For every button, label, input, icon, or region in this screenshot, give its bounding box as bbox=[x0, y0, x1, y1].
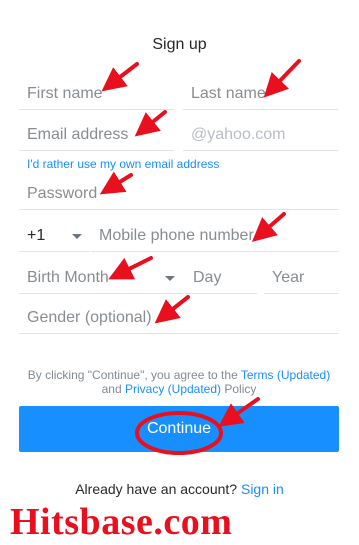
chevron-down-icon bbox=[72, 234, 82, 239]
year-placeholder: Year bbox=[272, 269, 305, 286]
signin-link[interactable]: Sign in bbox=[241, 481, 284, 497]
last-name-field[interactable]: Last name bbox=[183, 80, 338, 110]
last-name-placeholder: Last name bbox=[191, 85, 266, 102]
page-title: Sign up bbox=[152, 36, 207, 53]
email-domain-suffix: @yahoo.com bbox=[183, 121, 338, 151]
own-email-link[interactable]: I'd rather use my own email address bbox=[27, 157, 219, 171]
email-field[interactable]: Email address bbox=[19, 121, 174, 151]
first-name-field[interactable]: First name bbox=[19, 80, 174, 110]
country-code-select[interactable]: +1 bbox=[19, 222, 90, 252]
password-placeholder: Password bbox=[27, 185, 98, 202]
country-code-value: +1 bbox=[27, 227, 46, 244]
terms-suffix: Policy bbox=[221, 382, 257, 396]
continue-button[interactable]: Continue bbox=[19, 406, 339, 452]
terms-notice: By clicking "Continue", you agree to the… bbox=[19, 368, 339, 396]
birth-day-field[interactable]: Day bbox=[185, 264, 257, 294]
email-domain-text: @yahoo.com bbox=[191, 126, 286, 143]
birth-month-placeholder: Birth Month bbox=[27, 269, 109, 286]
gender-field[interactable]: Gender (optional) bbox=[19, 304, 339, 334]
birth-month-select[interactable]: Birth Month bbox=[19, 264, 183, 294]
signin-prompt-text: Already have an account? bbox=[75, 481, 241, 497]
privacy-link[interactable]: Privacy (Updated) bbox=[125, 382, 221, 396]
gender-placeholder: Gender (optional) bbox=[27, 309, 152, 326]
day-placeholder: Day bbox=[193, 269, 222, 286]
phone-placeholder: Mobile phone number bbox=[99, 227, 254, 244]
birth-year-field[interactable]: Year bbox=[264, 264, 339, 294]
password-field[interactable]: Password bbox=[19, 180, 339, 210]
terms-prefix: By clicking "Continue", you agree to the bbox=[27, 368, 241, 382]
terms-and: and bbox=[101, 382, 125, 396]
email-placeholder: Email address bbox=[27, 126, 129, 143]
terms-link[interactable]: Terms (Updated) bbox=[241, 368, 330, 382]
signin-prompt: Already have an account? Sign in bbox=[0, 481, 359, 497]
watermark-text: Hitsbase.com bbox=[10, 501, 233, 543]
first-name-placeholder: First name bbox=[27, 85, 103, 102]
chevron-down-icon bbox=[165, 276, 175, 281]
phone-field[interactable]: Mobile phone number bbox=[91, 222, 339, 252]
